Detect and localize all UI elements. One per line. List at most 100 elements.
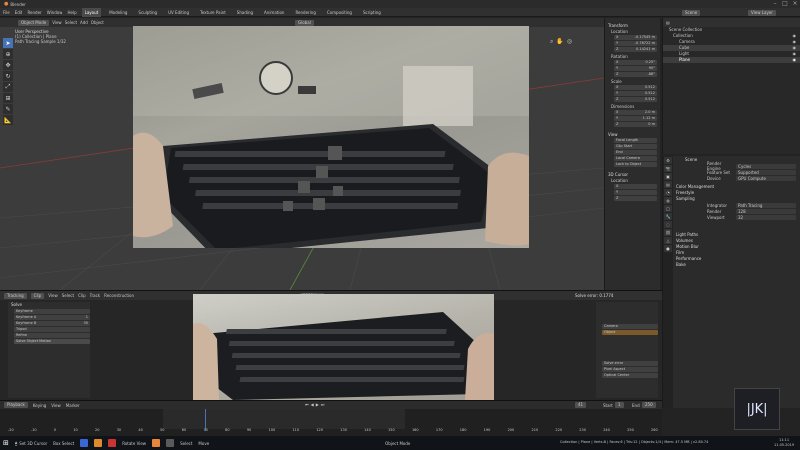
view-section-title[interactable]: View (608, 132, 657, 137)
clip-end-field[interactable]: End (614, 150, 657, 155)
tab-uv-editing[interactable]: UV Editing (165, 8, 192, 17)
menu-window[interactable]: Window (47, 10, 63, 15)
clock[interactable]: 11:11 11.05.2019 (774, 438, 794, 448)
jump-start-icon[interactable]: ⏮ (305, 402, 309, 407)
constraint-tab-icon[interactable]: ⛓ (664, 229, 672, 236)
section-bake[interactable]: Bake (663, 262, 800, 268)
view-layer-tab-icon[interactable]: ▤ (664, 181, 672, 188)
app-icon[interactable] (108, 439, 117, 447)
location-x-field[interactable]: X -0.17545 m (614, 35, 657, 40)
location-y-field[interactable]: Y -0.76722 m (614, 41, 657, 46)
vp-menu-object[interactable]: Object (91, 20, 104, 25)
rotation-x-field[interactable]: X 0.25° (614, 60, 657, 65)
tab-layout[interactable]: Layout (81, 7, 102, 17)
keyframe-b-field[interactable]: Keyframe B 30 (14, 321, 90, 326)
close-icon[interactable]: × (790, 0, 800, 8)
solve-section-title[interactable]: Solve (8, 302, 90, 308)
minimize-icon[interactable]: – (770, 0, 780, 8)
tripod-toggle[interactable]: Tripod (14, 327, 90, 332)
dim-y-field[interactable]: Y 1.12 m (614, 116, 657, 121)
transform-section-title[interactable]: Transform (608, 23, 657, 28)
view-layer-selector[interactable]: View Layer (748, 9, 776, 16)
render-engine-dropdown[interactable]: Cycles (736, 163, 796, 169)
transform-orientation[interactable]: Global (295, 19, 314, 26)
zoom-icon[interactable]: ⌕ (550, 38, 553, 46)
keyframe-toggle[interactable]: Keyframe (14, 309, 90, 314)
render-samples-field[interactable]: 128 (736, 208, 796, 214)
dim-x-field[interactable]: X 2.0 m (614, 110, 657, 115)
mode-selector[interactable]: Object Mode (18, 19, 50, 26)
folder-icon[interactable] (94, 439, 103, 447)
data-tab-icon[interactable]: △ (664, 237, 672, 244)
feature-set-dropdown[interactable]: Supported (736, 169, 796, 175)
tab-sculpting[interactable]: Sculpting (135, 8, 160, 17)
blender-taskbar-icon[interactable] (152, 439, 161, 447)
clip-menu-select[interactable]: Select (62, 293, 74, 298)
clip-menu-view[interactable]: View (48, 293, 58, 298)
tab-animation[interactable]: Animation (261, 8, 287, 17)
cursor-z-field[interactable]: Z (614, 196, 657, 201)
cursor-tool-icon[interactable]: ⊕ (3, 49, 13, 59)
object-item[interactable]: Object (602, 330, 658, 335)
solve-object-button[interactable]: Solve Object Motion (14, 339, 90, 344)
scale-tool-icon[interactable]: ⤢ (3, 82, 13, 92)
tool-tab-icon[interactable]: ⚙ (664, 157, 672, 164)
scale-x-field[interactable]: X 0.512 (614, 85, 657, 90)
clip-frame-image[interactable] (193, 294, 494, 400)
clip-menu-clip[interactable]: Clip (78, 293, 86, 298)
outliner-item-plane[interactable]: Plane ◉ (663, 57, 800, 63)
end-frame-field[interactable]: 250 (642, 402, 656, 408)
keying-menu[interactable]: Keying (33, 403, 46, 408)
marker-menu[interactable]: Marker (66, 403, 80, 408)
playback-menu[interactable]: Playback (4, 402, 28, 408)
output-tab-icon[interactable]: ▣ (664, 173, 672, 180)
current-frame-field[interactable]: 41 (575, 402, 587, 408)
browser-icon[interactable] (80, 439, 89, 447)
tab-texture-paint[interactable]: Texture Paint (197, 8, 229, 17)
viewport-samples-field[interactable]: 32 (736, 214, 796, 220)
tab-scripting[interactable]: Scripting (360, 8, 384, 17)
vp-menu-select[interactable]: Select (65, 20, 77, 25)
rotation-y-field[interactable]: Y 90° (614, 66, 657, 71)
menu-file[interactable]: File (3, 10, 10, 15)
taskbar-app-icon[interactable] (166, 439, 175, 447)
timeline[interactable]: Playback Keying View Marker ⏮ ◀ ▶ ⏭ 41 S… (0, 400, 662, 436)
rotation-z-field[interactable]: Z -88° (614, 72, 657, 77)
cursor-y-field[interactable]: Y (614, 190, 657, 195)
tab-compositing[interactable]: Compositing (324, 8, 355, 17)
scene-selector[interactable]: Scene (682, 9, 701, 16)
tab-shading[interactable]: Shading (234, 8, 256, 17)
clip-mode-selector[interactable]: Tracking (4, 292, 27, 299)
transform-tool-icon[interactable]: ⊞ (3, 93, 13, 103)
play-icon[interactable]: ▶ (316, 402, 319, 407)
measure-tool-icon[interactable]: 📐 (3, 115, 13, 125)
start-frame-field[interactable]: 1 (615, 402, 624, 408)
focal-length-field[interactable]: Focal Length (614, 138, 657, 143)
scene-tab-icon[interactable]: ◔ (664, 189, 672, 196)
keyframe-a-field[interactable]: Keyframe A 1 (14, 315, 90, 320)
tab-rendering[interactable]: Rendering (292, 8, 318, 17)
view-menu[interactable]: View (51, 403, 61, 408)
jump-end-icon[interactable]: ⏭ (321, 402, 325, 407)
world-tab-icon[interactable]: ◍ (664, 197, 672, 204)
physics-tab-icon[interactable]: ◌ (664, 221, 672, 228)
device-dropdown[interactable]: GPU Compute (736, 175, 796, 181)
material-tab-icon[interactable]: ● (664, 245, 672, 252)
vp-menu-view[interactable]: View (52, 20, 62, 25)
select-tool-icon[interactable]: ➤ (3, 38, 13, 48)
vp-menu-add[interactable]: Add (80, 20, 88, 25)
refine-field[interactable]: Refine (14, 333, 90, 338)
modifier-tab-icon[interactable]: 🔧 (664, 213, 672, 220)
annotate-tool-icon[interactable]: ✎ (3, 104, 13, 114)
clip-menu-reconstruction[interactable]: Reconstruction (104, 293, 134, 298)
eye-icon[interactable]: ◉ (793, 57, 797, 63)
outliner-display-icon[interactable]: ▤ (666, 20, 670, 25)
clip-menu-track[interactable]: Track (90, 293, 100, 298)
play-reverse-icon[interactable]: ◀ (311, 402, 314, 407)
menu-edit[interactable]: Edit (15, 10, 23, 15)
cursor-x-field[interactable]: X (614, 184, 657, 189)
cursor-section-title[interactable]: 3D Cursor (608, 172, 657, 177)
clip-start-field[interactable]: Clip Start (614, 144, 657, 149)
hand-icon[interactable]: ✋ (556, 38, 563, 46)
menu-help[interactable]: Help (67, 10, 76, 15)
